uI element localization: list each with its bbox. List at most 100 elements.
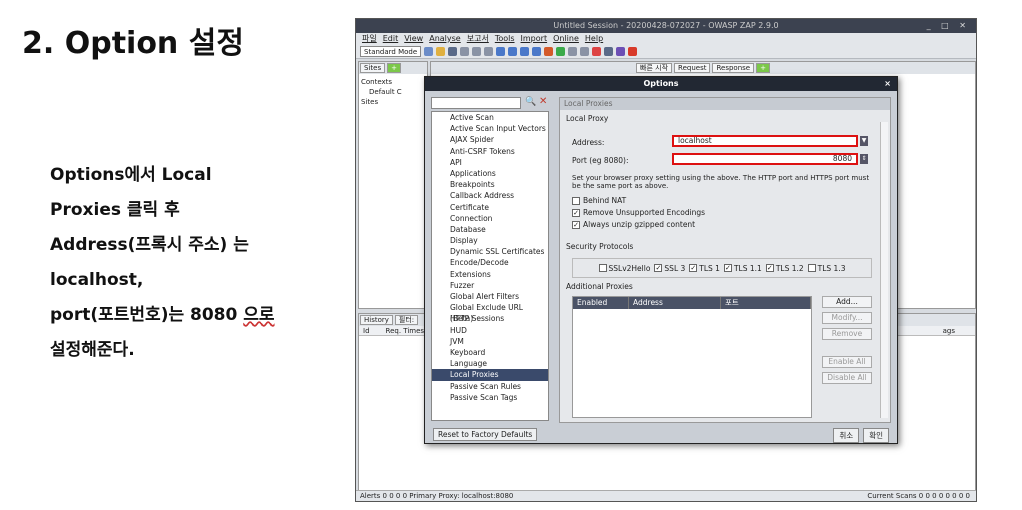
add-workspace-tab-icon[interactable]: + [756,63,770,73]
additional-proxies-table: Enabled Address 포트 [572,296,812,418]
port-input[interactable]: 8080 [672,153,858,165]
menu-help[interactable]: Help [585,33,603,44]
option-jvm[interactable]: JVM [432,336,548,347]
tab-history[interactable]: History [360,315,393,325]
continue-icon[interactable] [580,46,590,56]
step-icon[interactable] [568,46,578,56]
option-extensions[interactable]: Extensions [432,269,548,280]
menu-import[interactable]: Import [521,33,548,44]
remove-button[interactable]: Remove [822,328,872,340]
snapshot-icon[interactable] [460,46,470,56]
option-connection[interactable]: Connection [432,213,548,224]
option-global-alert-filters[interactable]: Global Alert Filters [432,291,548,302]
new-session-icon[interactable] [424,46,434,56]
option-anti-csrf[interactable]: Anti-CSRF Tokens [432,146,548,157]
col-id[interactable]: Id [363,326,370,335]
mode-select[interactable]: Standard Mode [360,45,422,57]
option-passive-scan-tags[interactable]: Passive Scan Tags [432,392,548,403]
options-gear-icon[interactable] [484,46,494,56]
option-language[interactable]: Language [432,358,548,369]
checkbox-unchecked-icon [807,264,816,272]
menu-tools[interactable]: Tools [495,33,515,44]
modify-button[interactable]: Modify... [822,312,872,324]
col-enabled[interactable]: Enabled [573,297,629,309]
cancel-button[interactable]: 취소 [833,428,860,443]
option-breakpoints[interactable]: Breakpoints [432,179,548,190]
layout3-icon[interactable] [520,46,530,56]
option-http-sessions[interactable]: HTTP Sessions [432,313,548,324]
option-database[interactable]: Database [432,224,548,235]
menu-view[interactable]: View [404,33,423,44]
layout2-icon[interactable] [508,46,518,56]
window-controls[interactable]: _ □ ✕ [927,19,970,33]
menu-report[interactable]: 보고서 [467,33,489,44]
option-keyboard[interactable]: Keyboard [432,347,548,358]
layout-icon[interactable] [496,46,506,56]
protocol-tls11[interactable]: ✓ TLS 1.1 [723,264,762,273]
close-icon[interactable]: × [884,77,891,91]
options-search-input[interactable] [431,97,521,109]
option-ajax-spider[interactable]: AJAX Spider [432,134,548,145]
menu-online[interactable]: Online [553,33,579,44]
col-req-timestamp[interactable]: Req. Timest [386,326,427,335]
scan-icon[interactable] [544,46,554,56]
save-session-icon[interactable] [448,46,458,56]
protocol-ssl3[interactable]: ✓ SSL 3 [654,264,685,273]
option-applications[interactable]: Applications [432,168,548,179]
option-local-proxies[interactable]: Local Proxies [432,369,548,381]
menu-analyse[interactable]: Analyse [429,33,461,44]
drop-icon[interactable] [592,46,602,56]
tree-contexts[interactable]: Contexts [361,77,425,87]
protocol-tls1[interactable]: ✓ TLS 1 [689,264,720,273]
open-session-icon[interactable] [436,46,446,56]
option-hud[interactable]: HUD [432,325,548,336]
session-props-icon[interactable] [472,46,482,56]
option-encode-decode[interactable]: Encode/Decode [432,257,548,268]
break-on-icon[interactable] [556,46,566,56]
option-global-exclude-url[interactable]: Global Exclude URL (Beta) [432,302,548,323]
tree-sites[interactable]: Sites [361,97,425,107]
option-active-scan[interactable]: Active Scan [432,112,548,123]
option-fuzzer[interactable]: Fuzzer [432,280,548,291]
option-api[interactable]: API [432,157,548,168]
firefox-icon[interactable] [628,46,638,56]
option-callback-address[interactable]: Callback Address [432,190,548,201]
tab-request[interactable]: Request [674,63,711,73]
search-icon[interactable]: 🔍 [525,97,536,107]
tree-default-context[interactable]: Default C [361,87,425,97]
menu-edit[interactable]: Edit [383,33,399,44]
protocol-tls12[interactable]: ✓ TLS 1.2 [765,264,804,273]
unzip-checkbox[interactable]: ✓ Always unzip gzipped content [572,220,695,229]
col-tags[interactable]: ags [943,326,975,335]
option-active-scan-input-vectors[interactable]: Active Scan Input Vectors [432,123,548,134]
protocol-tls13[interactable]: TLS 1.3 [807,264,846,273]
enable-all-button[interactable]: Enable All [822,356,872,368]
clear-search-icon[interactable]: ✕ [539,96,547,107]
port-stepper-icon[interactable]: ⇕ [860,154,868,164]
tab-sites[interactable]: Sites [360,63,386,73]
behind-nat-checkbox[interactable]: Behind NAT [572,196,626,205]
alerts-icon[interactable] [604,46,614,56]
add-tab-icon[interactable]: + [387,63,401,73]
panel-scrollbar[interactable] [880,122,888,418]
option-passive-scan-rules[interactable]: Passive Scan Rules [432,381,548,392]
ok-button[interactable]: 확인 [863,428,889,443]
layout4-icon[interactable] [532,46,542,56]
remove-encodings-checkbox[interactable]: ✓ Remove Unsupported Encodings [572,208,705,217]
address-dropdown-icon[interactable]: ▼ [860,136,868,146]
option-certificate[interactable]: Certificate [432,202,548,213]
disable-all-button[interactable]: Disable All [822,372,872,384]
tab-quick-start[interactable]: 빠른 시작 [636,63,673,73]
option-dynamic-ssl[interactable]: Dynamic SSL Certificates [432,246,548,257]
menu-file[interactable]: 파일 [362,33,377,44]
protocol-sslv2hello[interactable]: SSLv2Hello [598,264,650,273]
hud-icon[interactable] [616,46,626,56]
col-port[interactable]: 포트 [721,297,811,309]
tab-response[interactable]: Response [712,63,755,73]
add-button[interactable]: Add... [822,296,872,308]
col-address[interactable]: Address [629,297,721,309]
option-display[interactable]: Display [432,235,548,246]
address-input[interactable]: localhost [672,135,858,147]
history-filter[interactable]: 필터: [394,315,419,325]
reset-defaults-button[interactable]: Reset to Factory Defaults [433,428,538,441]
